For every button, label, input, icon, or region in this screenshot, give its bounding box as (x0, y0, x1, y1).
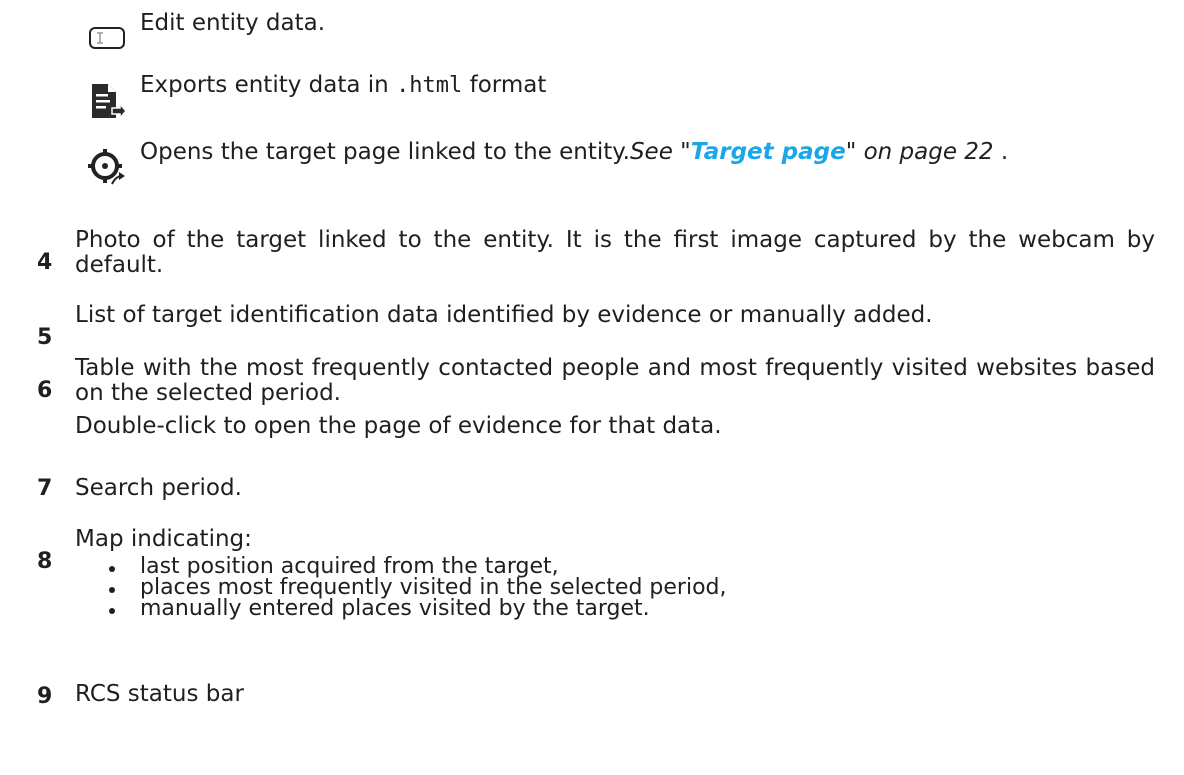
item-subtext: Double-click to open the page of evidenc… (75, 413, 722, 439)
item-text: Table with the most frequently contacted… (75, 355, 1155, 406)
item-text: Photo of the target linked to the entity… (75, 227, 1155, 278)
export-text-before: Exports entity data in (140, 72, 397, 98)
target-description: Opens the target page linked to the enti… (140, 137, 1008, 167)
export-text-after: format (462, 72, 547, 98)
bullet-list: last position acquired from the target, … (75, 556, 1155, 620)
edit-description: Edit entity data. (140, 10, 326, 36)
see-prefix: See " (629, 139, 691, 165)
item-number: 4 (37, 250, 53, 275)
export-html-icon (92, 84, 127, 121)
see-suffix: " on page 22 (845, 139, 994, 165)
item-text: Search period. (75, 475, 242, 501)
item-body: Map indicating: last position acquired f… (75, 526, 1155, 620)
target-end: . (993, 139, 1009, 165)
target-page-icon (88, 149, 125, 185)
bullet-item: places most frequently visited in the se… (75, 577, 1155, 599)
item-number: 5 (37, 325, 53, 350)
item-text: List of target identification data ident… (75, 302, 933, 328)
export-description: Exports entity data in .html format (140, 70, 546, 101)
item-number: 6 (37, 378, 53, 403)
item-number: 7 (37, 476, 53, 501)
item-text: RCS status bar (75, 681, 244, 707)
html-extension-code: .html (396, 73, 463, 98)
target-page-link[interactable]: Target page (691, 139, 846, 165)
target-text: Opens the target page linked to the enti… (140, 139, 630, 165)
bullet-item: manually entered places visited by the t… (75, 598, 1155, 620)
bullet-item: last position acquired from the target, (75, 556, 1155, 578)
item-text: Map indicating: (75, 526, 252, 552)
edit-field-icon (89, 27, 125, 49)
item-number: 9 (37, 684, 53, 709)
item-number: 8 (37, 549, 53, 574)
item-body: Table with the most frequently contacted… (75, 356, 1155, 439)
